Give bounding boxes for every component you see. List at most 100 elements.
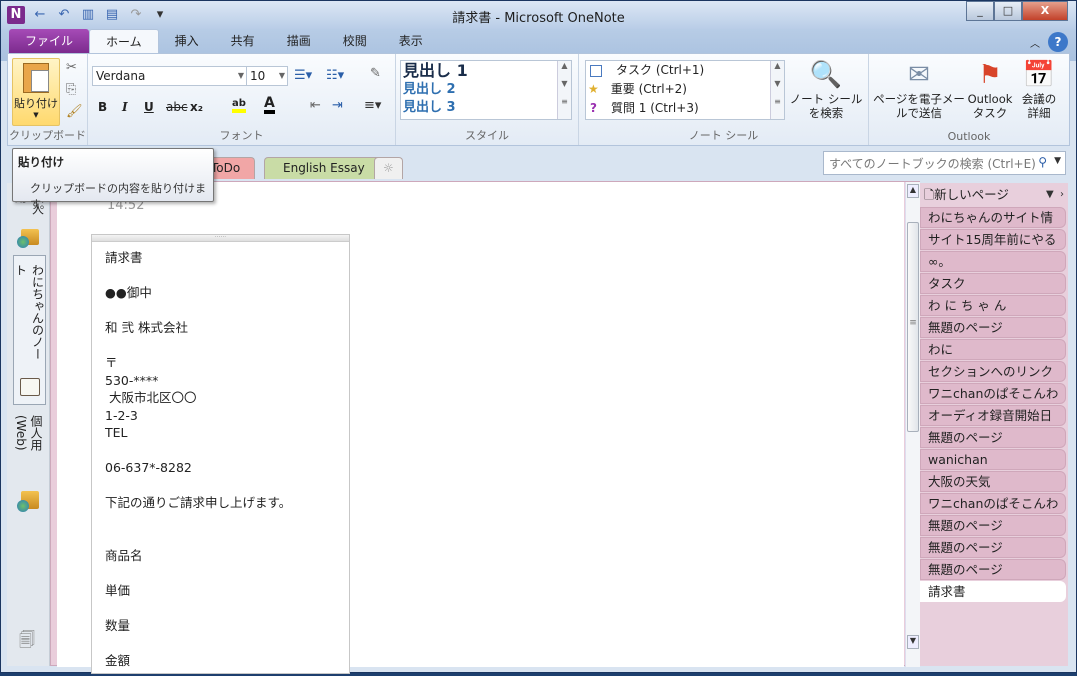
style-heading-2[interactable]: 見出し 2 xyxy=(401,81,571,99)
page-list-item[interactable]: セクションへのリンク xyxy=(920,361,1066,382)
font-color-button[interactable]: A xyxy=(264,96,275,114)
tab-draw[interactable]: 描画 xyxy=(271,29,327,54)
copy-icon[interactable]: ⎘ xyxy=(66,82,76,97)
note-line: 和 弐 株式会社 xyxy=(105,320,188,335)
page-list-item[interactable]: 無題のページ xyxy=(920,317,1066,338)
tab-share[interactable]: 共有 xyxy=(215,29,271,54)
new-section-tab[interactable]: ☼ xyxy=(374,157,403,179)
align-icon[interactable]: ≡▾ xyxy=(364,98,381,113)
page-list-item[interactable]: wanichan xyxy=(920,449,1066,470)
tags-gallery[interactable]: タスク (Ctrl+1) ★ 重要 (Ctrl+2) ? 質問 1 (Ctrl+3)… xyxy=(585,60,785,120)
notebook-icon xyxy=(19,378,40,396)
italic-button[interactable]: I xyxy=(122,100,128,114)
note-body[interactable]: 請求書 ●●御中和 弐 株式会社〒 530-**** 大阪市北区〇〇 1-2-3 TEL… xyxy=(92,242,349,676)
outlook-tasks-button[interactable]: ⚑ Outlook タスク xyxy=(965,58,1015,120)
tag-important-label: 重要 (Ctrl+2) xyxy=(610,82,687,96)
envelope-icon: ✉ xyxy=(908,60,930,90)
tag-important[interactable]: ★ 重要 (Ctrl+2) xyxy=(586,80,784,99)
spelling-icon[interactable]: ✎ xyxy=(370,66,381,81)
find-tags-label: ノート シールを検索 xyxy=(789,92,863,120)
page-list-item[interactable]: 無題のページ xyxy=(920,559,1066,580)
format-painter-icon[interactable]: 🖌 xyxy=(66,104,83,119)
page-list-item[interactable]: 無題のページ xyxy=(920,427,1066,448)
page-scrollbar[interactable]: ▲ ≡ ▼ xyxy=(905,182,920,667)
scroll-thumb[interactable]: ≡ xyxy=(907,222,919,432)
section-tab-english-essay[interactable]: English Essay xyxy=(264,157,384,179)
font-size-select[interactable]: 10 ▼ xyxy=(246,66,288,86)
underline-button[interactable]: U xyxy=(144,100,154,114)
collapse-ribbon-icon[interactable]: ︿ xyxy=(1030,35,1040,50)
tab-home[interactable]: ホーム xyxy=(89,29,159,54)
close-button[interactable]: X xyxy=(1022,1,1068,21)
page-list: 🗋新しいページ ▼ › わにちゃんのサイト情 サイト15周年前にやる ∞。 タスクわ に… xyxy=(920,183,1068,666)
tab-file[interactable]: ファイル xyxy=(9,29,90,54)
tags-group-label: ノート シール xyxy=(688,129,759,142)
maximize-button[interactable]: □ xyxy=(994,1,1022,21)
page-list-item[interactable]: 無題のページ xyxy=(920,537,1066,558)
tag-question[interactable]: ? 質問 1 (Ctrl+3) xyxy=(586,99,784,118)
meeting-details-button[interactable]: 📅 会議の詳細 xyxy=(1017,58,1061,120)
tags-group: タスク (Ctrl+1) ★ 重要 (Ctrl+2) ? 質問 1 (Ctrl+3)… xyxy=(579,54,869,145)
subscript-button[interactable]: x₂ xyxy=(190,100,203,114)
tab-insert[interactable]: 挿入 xyxy=(159,29,215,54)
page-list-item[interactable]: わにちゃんのサイト情 xyxy=(920,207,1066,228)
bold-button[interactable]: B xyxy=(98,100,107,114)
flag-icon: ⚑ xyxy=(978,60,1002,90)
strikethrough-button[interactable]: abc xyxy=(166,100,188,114)
search-scope-dropdown[interactable]: ▼ xyxy=(1054,156,1061,166)
style-heading-1[interactable]: 見出し 1 xyxy=(401,61,571,81)
new-page-button[interactable]: 🗋新しいページ ▼ › xyxy=(920,183,1068,207)
tab-view[interactable]: 表示 xyxy=(383,29,439,54)
scroll-up-button[interactable]: ▲ xyxy=(907,184,919,198)
cut-icon[interactable]: ✂ xyxy=(66,60,77,75)
scroll-down-button[interactable]: ▼ xyxy=(907,635,919,649)
help-icon[interactable]: ? xyxy=(1048,32,1068,52)
notebook-personal-web[interactable]: 個人用 (Web) xyxy=(13,407,46,517)
tag-task[interactable]: タスク (Ctrl+1) xyxy=(586,61,784,80)
new-page-label: 新しいページ xyxy=(934,187,1009,202)
tooltip-description: クリップボードの内容を貼り付けます。 xyxy=(30,182,206,211)
page-list-item[interactable]: 請求書 xyxy=(920,581,1066,602)
paste-label: 貼り付け xyxy=(14,97,58,110)
note-line xyxy=(105,477,336,495)
page-list-item[interactable]: わ に ち ゃ ん xyxy=(920,295,1066,316)
style-heading-3[interactable]: 見出し 3 xyxy=(401,99,571,117)
search-icon[interactable]: ⚲ xyxy=(1038,155,1047,169)
note-line xyxy=(105,634,336,652)
page-list-item[interactable]: タスク xyxy=(920,273,1066,294)
note-line xyxy=(105,564,336,582)
email-page-button[interactable]: ✉ ページを電子メールで送信 xyxy=(873,58,965,120)
note-line xyxy=(105,529,336,547)
page-list-item[interactable]: 大阪の天気 xyxy=(920,471,1066,492)
font-name-select[interactable]: Verdana ▼ xyxy=(92,66,247,86)
page-list-item[interactable]: オーディオ録音開始日 xyxy=(920,405,1066,426)
note-container-handle[interactable]: ······ xyxy=(92,235,349,242)
note-container[interactable]: ······ 請求書 ●●御中和 弐 株式会社〒 530-**** 大阪市北区〇〇 1… xyxy=(91,234,350,674)
tags-gallery-scroll[interactable]: ▲ ▼ ≡ xyxy=(770,61,784,119)
page-list-item[interactable]: ∞。 xyxy=(920,251,1066,272)
notebook-wani[interactable]: わにちゃんのノート xyxy=(13,255,46,405)
page-list-item[interactable]: わに xyxy=(920,339,1066,360)
font-group-label: フォント xyxy=(219,129,264,142)
unfiled-notes-icon[interactable]: 🗐 xyxy=(19,629,35,656)
page-list-item[interactable]: サイト15周年前にやる xyxy=(920,229,1066,250)
search-placeholder: すべてのノートブックの検索 (Ctrl+E) xyxy=(829,157,1036,171)
page-list-item[interactable]: ワニchanのぱそこんわ xyxy=(920,493,1066,514)
note-line xyxy=(105,302,336,320)
indent-icon[interactable]: ⇥ xyxy=(332,98,343,113)
page-list-item[interactable]: ワニchanのぱそこんわ xyxy=(920,383,1066,404)
styles-gallery-scroll[interactable]: ▲ ▼ ≡ xyxy=(557,61,571,119)
search-input[interactable]: すべてのノートブックの検索 (Ctrl+E) ⚲ ▼ xyxy=(823,151,1066,175)
outdent-icon[interactable]: ⇤ xyxy=(310,98,321,113)
minimize-button[interactable]: _ xyxy=(966,1,994,21)
numbering-icon[interactable]: ☷▾ xyxy=(326,68,344,83)
styles-gallery[interactable]: 見出し 1 見出し 2 見出し 3 ▲ ▼ ≡ xyxy=(400,60,572,120)
highlight-button[interactable]: ab xyxy=(232,98,246,113)
bullets-icon[interactable]: ☰▾ xyxy=(294,68,312,83)
page-canvas[interactable]: 14:52 ······ 請求書 ●●御中和 弐 株式会社〒 530-**** 大阪… xyxy=(57,182,904,674)
page-list-item[interactable]: 無題のページ xyxy=(920,515,1066,536)
find-tags-button[interactable]: 🔍 ノート シールを検索 xyxy=(789,58,863,120)
tab-review[interactable]: 校閲 xyxy=(327,29,383,54)
paste-button[interactable]: 貼り付け ▼ xyxy=(12,58,60,126)
page-list-options-icon[interactable]: ▼ › xyxy=(1046,183,1064,207)
